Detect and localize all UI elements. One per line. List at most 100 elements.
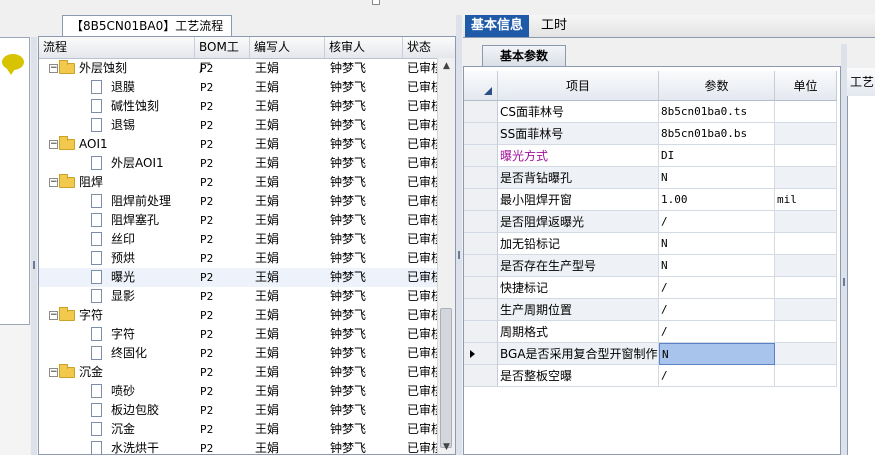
tree-row[interactable]: 外层AOI1 P2 王娟 钟梦飞 已审核	[39, 154, 439, 173]
col-header-item[interactable]: 项目	[498, 71, 659, 101]
grid-unit[interactable]	[775, 167, 837, 189]
grid-row[interactable]: 周期格式 /	[464, 321, 840, 343]
row-header[interactable]	[464, 299, 498, 321]
col-header-bom[interactable]: BOM工厂	[195, 37, 250, 75]
grid-param-value[interactable]: /	[659, 321, 775, 343]
tree-row[interactable]: 丝印 P2 王娟 钟梦飞 已审核	[39, 230, 439, 249]
grid-row[interactable]: 是否背钻曝孔 N	[464, 167, 840, 189]
col-header-status[interactable]: 状态	[403, 37, 455, 58]
grid-param-value[interactable]: 8b5cn01ba0.bs	[659, 123, 775, 145]
tree-row[interactable]: 喷砂 P2 王娟 钟梦飞 已审核	[39, 382, 439, 401]
grid-row[interactable]: CS面菲林号 8b5cn01ba0.ts	[464, 101, 840, 123]
collapse-toggle-icon[interactable]: −	[49, 178, 58, 187]
tree-row[interactable]: 曝光 P2 王娟 钟梦飞 已审核	[39, 268, 439, 287]
grid-unit[interactable]	[775, 365, 837, 387]
grid-param-value[interactable]: /	[659, 365, 775, 387]
grid-row[interactable]: 曝光方式 DI	[464, 145, 840, 167]
tab-work-hours[interactable]: 工时	[535, 15, 573, 37]
grid-unit[interactable]	[775, 233, 837, 255]
right-splitter-grip[interactable]	[843, 278, 845, 286]
grid-row[interactable]: 最小阻焊开窗 1.00 mil	[464, 189, 840, 211]
left-splitter-grip[interactable]	[33, 261, 35, 269]
grid-param-value[interactable]: N	[659, 233, 775, 255]
middle-splitter-grip[interactable]	[458, 251, 460, 259]
row-header[interactable]	[464, 365, 498, 387]
grid-unit[interactable]	[775, 145, 837, 167]
tree-row[interactable]: 水洗烘干 P2 王娟 钟梦飞 已审核	[39, 439, 439, 454]
tree-row[interactable]: 字符 P2 王娟 钟梦飞 已审核	[39, 325, 439, 344]
chat-bubble-icon[interactable]	[2, 54, 24, 75]
grid-param-value[interactable]: N	[659, 255, 775, 277]
grid-param-value[interactable]: DI	[659, 145, 775, 167]
process-flow-tab[interactable]: 【8B5CN01BA0】工艺流程	[62, 15, 233, 36]
grid-unit[interactable]	[775, 299, 837, 321]
col-header-unit[interactable]: 单位	[775, 71, 837, 101]
tree-row[interactable]: 退锡 P2 王娟 钟梦飞 已审核	[39, 116, 439, 135]
col-header-reviewer[interactable]: 核审人	[325, 37, 403, 58]
row-header[interactable]	[464, 189, 498, 211]
tree-row[interactable]: − AOI1 P2 王娟 钟梦飞 已审核	[39, 135, 439, 154]
row-header[interactable]	[464, 167, 498, 189]
grid-unit[interactable]: mil	[775, 189, 837, 211]
grid-row[interactable]: 是否存在生产型号 N	[464, 255, 840, 277]
collapse-toggle-icon[interactable]: −	[49, 64, 58, 73]
col-header-param[interactable]: 参数	[659, 71, 775, 101]
grid-row[interactable]: 加无铅标记 N	[464, 233, 840, 255]
row-header[interactable]	[464, 321, 498, 343]
collapse-toggle-icon[interactable]: −	[49, 140, 58, 149]
row-header[interactable]	[464, 123, 498, 145]
tree-row[interactable]: 显影 P2 王娟 钟梦飞 已审核	[39, 287, 439, 306]
grid-row[interactable]: SS面菲林号 8b5cn01ba0.bs	[464, 123, 840, 145]
row-header[interactable]	[464, 255, 498, 277]
tree-row[interactable]: − 沉金 P2 王娟 钟梦飞 已审核	[39, 363, 439, 382]
grid-row[interactable]: 是否整板空曝 /	[464, 365, 840, 387]
tree-row[interactable]: − 外层蚀刻 P2 王娟 钟梦飞 已审核	[39, 59, 439, 78]
grid-unit[interactable]	[775, 123, 837, 145]
grid-param-value[interactable]: N	[659, 167, 775, 189]
row-header[interactable]	[464, 145, 498, 167]
grid-unit[interactable]	[775, 343, 837, 365]
col-header-flow[interactable]: 流程	[39, 37, 195, 58]
grid-unit[interactable]	[775, 277, 837, 299]
grid-row[interactable]: BGA是否采用复合型开窗制作 N	[464, 343, 840, 365]
grid-unit[interactable]	[775, 321, 837, 343]
row-header[interactable]	[464, 343, 498, 365]
row-header-corner[interactable]	[464, 71, 498, 101]
tree-row[interactable]: 沉金 P2 王娟 钟梦飞 已审核	[39, 420, 439, 439]
grid-param-value[interactable]: /	[659, 299, 775, 321]
scroll-down-arrow-icon[interactable]: ▼	[438, 439, 455, 454]
grid-param-value[interactable]: /	[659, 211, 775, 233]
grid-row[interactable]: 快捷标记 /	[464, 277, 840, 299]
tree-row[interactable]: 终固化 P2 王娟 钟梦飞 已审核	[39, 344, 439, 363]
row-header[interactable]	[464, 277, 498, 299]
tree-row[interactable]: − 字符 P2 王娟 钟梦飞 已审核	[39, 306, 439, 325]
tree-row[interactable]: 阻焊塞孔 P2 王娟 钟梦飞 已审核	[39, 211, 439, 230]
splitter-handle-top[interactable]	[372, 0, 380, 5]
tree-row[interactable]: 预烘 P2 王娟 钟梦飞 已审核	[39, 249, 439, 268]
grid-row[interactable]: 生产周期位置 /	[464, 299, 840, 321]
grid-unit[interactable]	[775, 255, 837, 277]
tree-row[interactable]: 退膜 P2 王娟 钟梦飞 已审核	[39, 78, 439, 97]
tree-row[interactable]: 板边包胶 P2 王娟 钟梦飞 已审核	[39, 401, 439, 420]
row-header[interactable]	[464, 101, 498, 123]
grid-param-value[interactable]: N	[659, 343, 775, 365]
row-header[interactable]	[464, 211, 498, 233]
tree-row[interactable]: − 阻焊 P2 王娟 钟梦飞 已审核	[39, 173, 439, 192]
col-header-author[interactable]: 编写人	[250, 37, 325, 58]
tab-basic-info[interactable]: 基本信息	[465, 15, 530, 37]
grid-param-value[interactable]: /	[659, 277, 775, 299]
grid-unit[interactable]	[775, 211, 837, 233]
grid-row[interactable]: 是否阻焊返曝光 /	[464, 211, 840, 233]
collapse-toggle-icon[interactable]: −	[49, 311, 58, 320]
grid-param-value[interactable]: 8b5cn01ba0.ts	[659, 101, 775, 123]
tab-basic-params[interactable]: 基本参数	[482, 45, 566, 67]
tree-scrollbar[interactable]: ▲ ▼	[437, 58, 455, 454]
scroll-up-arrow-icon[interactable]: ▲	[438, 58, 455, 75]
grid-param-value[interactable]: 1.00	[659, 189, 775, 211]
tree-row[interactable]: 碱性蚀刻 P2 王娟 钟梦飞 已审核	[39, 97, 439, 116]
grid-unit[interactable]	[775, 101, 837, 123]
collapse-toggle-icon[interactable]: −	[49, 368, 58, 377]
left-splitter[interactable]	[31, 37, 37, 455]
row-header[interactable]	[464, 233, 498, 255]
middle-splitter[interactable]	[456, 15, 462, 455]
